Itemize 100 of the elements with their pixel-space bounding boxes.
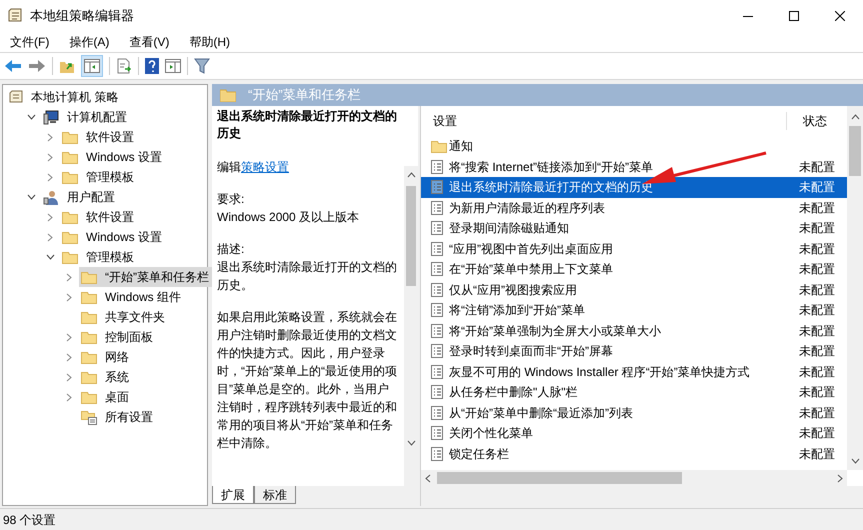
expand-chevron-icon[interactable] <box>66 352 72 362</box>
folder-icon <box>62 230 78 244</box>
list-row[interactable]: 在“开始”菜单中禁用上下文菜单 未配置 <box>421 259 847 280</box>
setting-document-icon <box>431 446 443 461</box>
window-title: 本地组策略编辑器 <box>30 7 134 26</box>
forward-arrow-icon[interactable] <box>28 59 46 73</box>
folder-icon <box>81 290 97 304</box>
tree-item[interactable]: “开始”菜单和任务栏 <box>79 267 213 287</box>
filter-icon[interactable] <box>194 58 210 74</box>
setting-document-icon <box>431 385 443 400</box>
tree-item[interactable]: Windows 组件 <box>79 287 186 307</box>
list-row[interactable]: 将“开始”菜单强制为全屏大小或菜单大小 未配置 <box>421 320 847 341</box>
list-row[interactable]: 将“搜索 Internet”链接添加到“开始”菜单 未配置 <box>421 156 847 177</box>
back-arrow-icon[interactable] <box>4 59 22 73</box>
policy-settings-link[interactable]: 策略设置 <box>241 160 289 174</box>
column-header[interactable]: 设置 <box>421 112 786 130</box>
setting-document-icon <box>431 406 443 420</box>
menu-item[interactable]: 操作(A) <box>59 33 120 51</box>
scrollbar[interactable] <box>404 166 418 486</box>
collapse-chevron-icon[interactable] <box>26 194 36 200</box>
tree-item[interactable]: Windows 设置 <box>60 147 166 167</box>
scroll-thumb[interactable] <box>406 186 416 286</box>
folder-icon <box>81 370 97 384</box>
scroll-up-icon[interactable] <box>850 114 860 120</box>
menu-item[interactable]: 文件(F) <box>0 33 60 51</box>
list-row[interactable]: 从任务栏中删除"人脉"栏 未配置 <box>421 382 847 402</box>
scroll-right-icon[interactable] <box>837 474 843 482</box>
list-row[interactable]: 锁定任务栏 未配置 <box>421 444 847 464</box>
description-text: 退出系统时清除最近打开的文档的历史。 <box>217 259 398 294</box>
setting-document-icon <box>431 324 443 338</box>
list-row[interactable]: 将“注销”添加到“开始”菜单 未配置 <box>421 300 847 320</box>
setting-document-icon <box>431 221 443 236</box>
menu-item[interactable]: 查看(V) <box>119 33 180 51</box>
tree-item[interactable]: 用户配置 <box>41 187 119 207</box>
app-icon <box>8 8 22 24</box>
collapse-chevron-icon[interactable] <box>46 254 54 260</box>
tree-item[interactable]: 管理模板 <box>60 247 138 267</box>
folder-icon <box>81 310 97 324</box>
export-list-icon[interactable] <box>116 58 132 74</box>
setting-document-icon <box>431 180 443 194</box>
list-row[interactable]: 灰显不可用的 Windows Installer 程序“开始”菜单快捷方式 未配置 <box>421 362 847 382</box>
list-row[interactable]: 从“开始”菜单中删除“最近添加”列表 未配置 <box>421 402 847 423</box>
list-row[interactable]: 登录期间清除磁贴通知 未配置 <box>421 218 847 238</box>
list-row[interactable]: 登录时转到桌面而非“开始”屏幕 未配置 <box>421 341 847 362</box>
tree-item[interactable]: 计算机配置 <box>41 107 131 127</box>
expand-chevron-icon[interactable] <box>47 152 53 162</box>
expand-chevron-icon[interactable] <box>66 392 72 402</box>
folder-icon <box>62 210 78 224</box>
expand-chevron-icon[interactable] <box>66 292 72 302</box>
list-row[interactable]: 仅从“应用”视图搜索应用 未配置 <box>421 280 847 300</box>
setting-document-icon <box>431 364 443 379</box>
expand-chevron-icon[interactable] <box>47 232 53 242</box>
horizontal-scrollbar[interactable] <box>421 470 847 486</box>
tree-item[interactable]: 系统 <box>79 367 133 387</box>
list-row[interactable]: 关闭个性化菜单 未配置 <box>421 423 847 444</box>
folder-icon <box>62 150 78 164</box>
folder-icon <box>62 130 78 144</box>
header-title: “开始”菜单和任务栏 <box>248 86 361 104</box>
tree-item[interactable]: 桌面 <box>79 387 133 407</box>
tree-item[interactable]: 软件设置 <box>60 127 138 147</box>
expand-chevron-icon[interactable] <box>66 372 72 382</box>
scroll-down-icon[interactable] <box>406 440 416 446</box>
tree-item[interactable]: 所有设置 <box>79 407 157 427</box>
expand-chevron-icon[interactable] <box>47 172 53 182</box>
setting-document-icon <box>431 160 443 174</box>
scroll-left-icon[interactable] <box>425 474 431 482</box>
collapse-chevron-icon[interactable] <box>26 114 36 120</box>
expand-chevron-icon[interactable] <box>66 332 72 342</box>
tree-item[interactable]: Windows 设置 <box>60 227 166 247</box>
scrollbar[interactable] <box>847 106 863 470</box>
tree-item[interactable]: 本地计算机 策略 <box>7 87 122 107</box>
list-row[interactable]: 通知 <box>421 136 847 156</box>
expand-chevron-icon[interactable] <box>66 272 72 282</box>
list-row[interactable]: “应用”视图中首先列出桌面应用 未配置 <box>421 238 847 259</box>
user-icon <box>43 190 59 204</box>
setting-document-icon <box>431 200 443 215</box>
expand-chevron-icon[interactable] <box>47 132 53 142</box>
show-hide-tree-button[interactable] <box>81 55 103 77</box>
scroll-down-icon[interactable] <box>850 458 860 464</box>
folder-icon <box>81 270 97 284</box>
expand-chevron-icon[interactable] <box>47 212 53 222</box>
tree-item[interactable]: 控制面板 <box>79 327 157 347</box>
scroll-thumb[interactable] <box>849 126 861 176</box>
setting-document-icon <box>431 426 443 440</box>
setting-document-icon <box>431 262 443 276</box>
folder-icon <box>81 330 97 344</box>
maximize-icon <box>789 11 799 21</box>
view-tab[interactable]: 标准 <box>254 486 296 504</box>
scroll-up-icon[interactable] <box>406 172 416 178</box>
tree-item[interactable]: 网络 <box>79 347 133 367</box>
view-tab[interactable]: 扩展 <box>212 486 254 504</box>
scroll-thumb[interactable] <box>437 472 682 484</box>
requirements-text: Windows 2000 及以上版本 <box>217 209 360 226</box>
menu-item[interactable]: 帮助(H) <box>179 33 240 51</box>
tree-item[interactable]: 共享文件夹 <box>79 307 169 327</box>
list-row[interactable]: 为新用户清除最近的程序列表 未配置 <box>421 198 847 218</box>
tree-item[interactable]: 管理模板 <box>60 167 138 187</box>
tree-item[interactable]: 软件设置 <box>60 207 138 227</box>
help-icon[interactable] <box>145 58 159 74</box>
panel-icon[interactable] <box>165 59 181 73</box>
